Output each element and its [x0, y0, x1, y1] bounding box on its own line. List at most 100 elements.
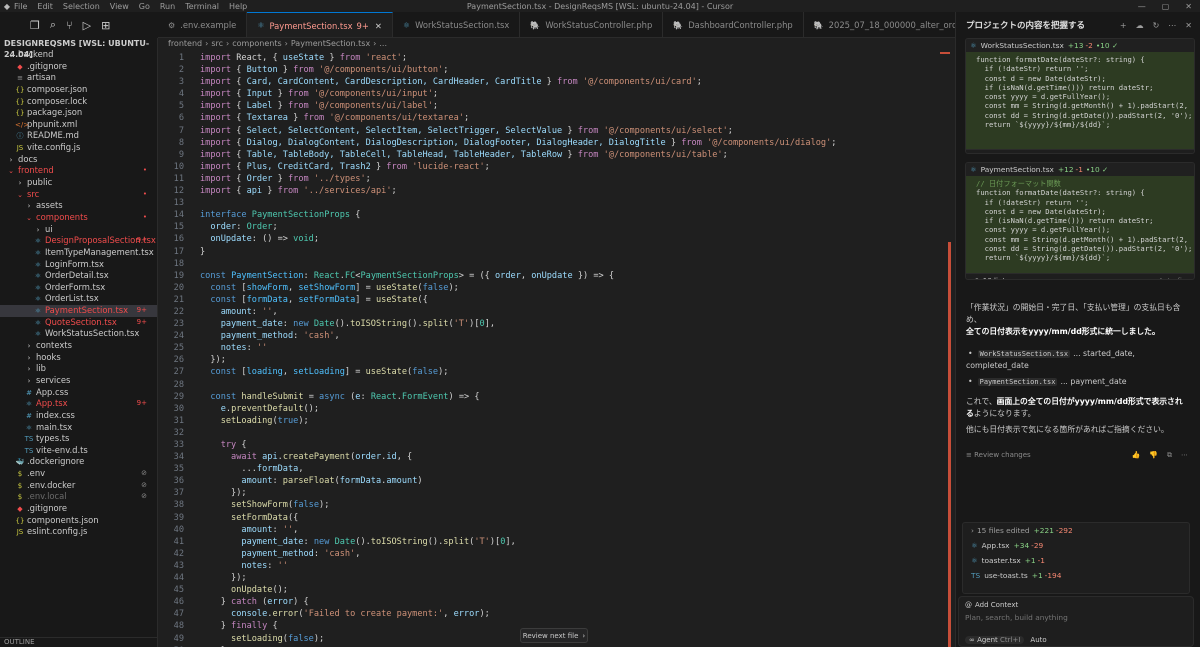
code-editor[interactable]: 1 import React, { useState } from 'react'…: [158, 50, 955, 647]
linter-errors-row[interactable]: ⊙10 linter errors Auto-fix: [966, 149, 1194, 154]
editor-tab[interactable]: 🐘 2025_07_18_000000_alter_orders_status: [804, 12, 955, 37]
tree-item[interactable]: › assets: [0, 200, 157, 212]
auto-fix-button[interactable]: Auto-fix: [1159, 277, 1186, 280]
run-debug-icon[interactable]: ▷: [83, 19, 91, 32]
explorer-root[interactable]: DESIGNREQSMS [WSL: UBUNTU-24.04]: [0, 38, 157, 59]
tree-item[interactable]: # App.css: [0, 387, 157, 399]
thumbs-down-icon[interactable]: 👎: [1149, 449, 1158, 461]
tree-item[interactable]: ◆ .gitignore: [0, 61, 157, 73]
auto-fix-button[interactable]: Auto-fix: [1159, 153, 1186, 154]
close-panel-icon[interactable]: ✕: [1185, 21, 1192, 30]
add-context-button[interactable]: @ Add Context: [959, 597, 1193, 613]
tree-item[interactable]: › docs: [0, 154, 157, 166]
cursor-logo-icon[interactable]: ◆: [0, 0, 14, 12]
tree-item[interactable]: ⌄ components •: [0, 212, 157, 224]
history-icon[interactable]: ↻: [1153, 21, 1160, 30]
tree-item[interactable]: ⚛ DesignProposalSection.tsx 9+: [0, 235, 157, 247]
menu-item-file[interactable]: File: [14, 2, 27, 11]
tree-item[interactable]: › lib: [0, 363, 157, 375]
menu-item-edit[interactable]: Edit: [37, 2, 53, 11]
tree-item[interactable]: ⌄ src •: [0, 189, 157, 201]
tree-item[interactable]: 🐳 .dockerignore: [0, 456, 157, 468]
menu-item-view[interactable]: View: [110, 2, 129, 11]
tree-item[interactable]: ⚛ LoginForm.tsx: [0, 259, 157, 271]
files-icon[interactable]: ❐: [30, 19, 40, 32]
tree-item[interactable]: # index.css: [0, 410, 157, 422]
review-next-file-button[interactable]: Review next file ›: [520, 628, 588, 643]
editor-tab[interactable]: 🐘 WorkStatusController.php: [520, 12, 664, 37]
tree-item[interactable]: › hooks: [0, 352, 157, 364]
more-icon[interactable]: ⋯: [1168, 21, 1176, 30]
tree-item[interactable]: JS eslint.config.js: [0, 526, 157, 538]
tree-item[interactable]: › ui: [0, 224, 157, 236]
tree-item[interactable]: ◆ .gitignore: [0, 503, 157, 515]
menu-item-run[interactable]: Run: [160, 2, 175, 11]
outline-section[interactable]: OUTLINE: [0, 637, 157, 647]
source-control-icon[interactable]: ⑂: [66, 19, 73, 32]
minimize-icon[interactable]: —: [1138, 2, 1146, 11]
tree-item[interactable]: ⚛ WorkStatusSection.tsx: [0, 328, 157, 340]
menu-item-go[interactable]: Go: [139, 2, 150, 11]
linter-errors-row[interactable]: ⊙10 linter errors Auto-fix: [966, 273, 1194, 280]
tree-item[interactable]: ⚛ QuoteSection.tsx 9+: [0, 317, 157, 329]
breadcrumb-item[interactable]: components: [232, 39, 281, 48]
maximize-icon[interactable]: ▢: [1162, 2, 1170, 11]
tree-item[interactable]: ⚛ ItemTypeManagement.tsx: [0, 247, 157, 259]
tree-item[interactable]: ⚛ OrderList.tsx: [0, 293, 157, 305]
tree-item[interactable]: ⚛ OrderForm.tsx: [0, 282, 157, 294]
agent-mode-selector[interactable]: ∞ Agent Ctrl+I: [965, 636, 1025, 644]
review-changes-link[interactable]: ≡ Review changes: [966, 449, 1031, 461]
editor-tab[interactable]: 🐘 DashboardController.php: [663, 12, 804, 37]
new-chat-icon[interactable]: +: [1120, 21, 1127, 30]
editor-tab[interactable]: ⚙ .env.example: [158, 12, 248, 37]
tree-item[interactable]: › services: [0, 375, 157, 387]
tree-item[interactable]: $ .env ⊘: [0, 468, 157, 480]
tree-item[interactable]: ⚛ OrderDetail.tsx: [0, 270, 157, 282]
edited-file-row[interactable]: TS use-toast.ts +1 -194: [963, 568, 1189, 583]
tree-item[interactable]: $ .env.docker ⊘: [0, 480, 157, 492]
cloud-icon[interactable]: ☁: [1136, 21, 1144, 30]
breadcrumb-item[interactable]: PaymentSection.tsx: [291, 39, 370, 48]
tree-item[interactable]: ≡ artisan: [0, 72, 157, 84]
close-window-icon[interactable]: ✕: [1185, 2, 1192, 11]
files-edited-header[interactable]: › 15 files edited +221 -292: [963, 523, 1189, 538]
tree-item[interactable]: ⚛ main.tsx: [0, 422, 157, 434]
file-chip[interactable]: WorkStatusSection.tsx: [977, 350, 1071, 358]
tree-item[interactable]: {} composer.json: [0, 84, 157, 96]
tree-item[interactable]: TS vite-env.d.ts: [0, 445, 157, 457]
close-tab-icon[interactable]: ✕: [375, 21, 382, 31]
editor-tab[interactable]: ⚛ WorkStatusSection.tsx: [393, 12, 521, 37]
thumbs-up-icon[interactable]: 👍: [1132, 449, 1141, 461]
chat-input[interactable]: [965, 613, 1185, 622]
tree-item[interactable]: {} package.json: [0, 107, 157, 119]
tree-item[interactable]: ⚛ PaymentSection.tsx 9+: [0, 305, 157, 317]
tree-item[interactable]: </>phpunit.xml: [0, 119, 157, 131]
menu-item-selection[interactable]: Selection: [63, 2, 100, 11]
diff-card-header[interactable]: ⚛ WorkStatusSection.tsx +13 -2 •10 ✓: [966, 39, 1194, 52]
tree-item[interactable]: › public: [0, 177, 157, 189]
extensions-icon[interactable]: ⊞: [101, 19, 110, 32]
edited-file-row[interactable]: ⚛ App.tsx +34 -29: [963, 538, 1189, 553]
copy-icon[interactable]: ⧉: [1167, 449, 1172, 461]
breadcrumb-item[interactable]: ...: [379, 39, 387, 48]
edited-file-row[interactable]: ⚛ toaster.tsx +1 -1: [963, 553, 1189, 568]
tree-item[interactable]: ⌄ frontend •: [0, 165, 157, 177]
menu-item-terminal[interactable]: Terminal: [185, 2, 219, 11]
breadcrumb-item[interactable]: frontend: [168, 39, 202, 48]
editor-tab[interactable]: ⚛ PaymentSection.tsx 9+ ✕: [247, 12, 393, 37]
diff-card-header[interactable]: ⚛ PaymentSection.tsx +12 -1 •10 ✓: [966, 163, 1194, 176]
tree-item[interactable]: JS vite.config.js: [0, 142, 157, 154]
model-selector[interactable]: Auto: [1030, 636, 1046, 644]
search-icon[interactable]: ⌕: [50, 18, 56, 32]
file-chip[interactable]: PaymentSection.tsx: [977, 378, 1058, 386]
tree-item[interactable]: ⌄ backend: [0, 49, 157, 61]
menu-item-help[interactable]: Help: [229, 2, 247, 11]
breadcrumb-item[interactable]: src: [211, 39, 223, 48]
tree-item[interactable]: TS types.ts: [0, 433, 157, 445]
tree-item[interactable]: $ .env.local ⊘: [0, 491, 157, 503]
tree-item[interactable]: {} components.json: [0, 515, 157, 527]
more-actions-icon[interactable]: ⋯: [1181, 449, 1188, 461]
tree-item[interactable]: {} composer.lock: [0, 96, 157, 108]
tree-item[interactable]: › contexts: [0, 340, 157, 352]
tree-item[interactable]: ⚛ App.tsx 9+: [0, 398, 157, 410]
